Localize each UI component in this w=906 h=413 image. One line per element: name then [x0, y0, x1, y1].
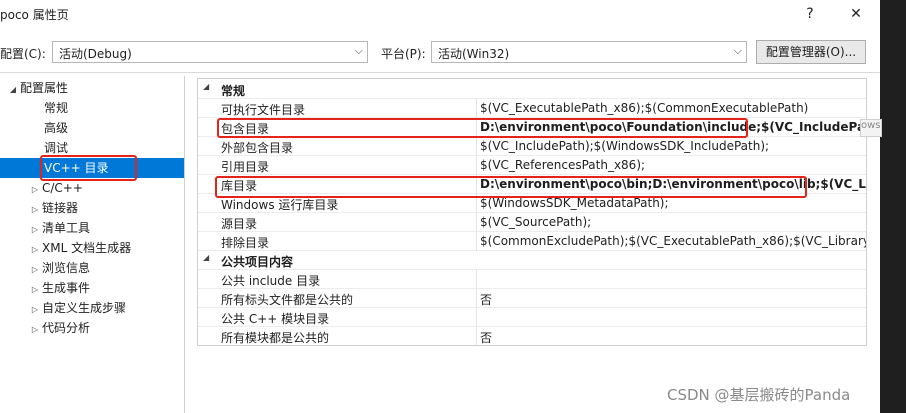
- row-source-dirs[interactable]: 源目录 $(VC_SourcePath);: [198, 213, 866, 232]
- tree-root-label: 配置属性: [20, 81, 69, 95]
- collapsed-triangle-icon[interactable]: ▷: [28, 200, 42, 220]
- row-exclude-dirs[interactable]: 排除目录 $(CommonExcludePath);$(VC_Executable…: [198, 232, 867, 251]
- config-value: 活动(Debug): [59, 47, 132, 61]
- column-divider: [476, 270, 477, 289]
- property-tree: ◢ 配置属性 常规 高级 调试 VC++ 目录 ▷ C/C++ ▷ 链接器 ▷ 清单工具…: [0, 76, 185, 413]
- tree-item-linker[interactable]: ▷ 链接器: [28, 198, 78, 218]
- property-value: $(VC_ReferencesPath_x86);: [480, 158, 646, 172]
- config-label: 配置(C):: [0, 47, 46, 61]
- tree-item-label: 代码分析: [42, 321, 91, 335]
- collapsed-triangle-icon[interactable]: ▷: [28, 280, 42, 300]
- property-name: 排除目录: [221, 236, 270, 250]
- property-value: 否: [480, 331, 493, 345]
- config-bar: 配置(C): 活动(Debug) ⌵ 平台(P): 活动(Win32) ⌵: [0, 38, 880, 66]
- tree-item-custom-build[interactable]: ▷ 自定义生成步骤: [28, 298, 126, 318]
- property-value: 否: [480, 293, 493, 307]
- expanded-triangle-icon[interactable]: ◢: [203, 82, 209, 91]
- tree-item-label: 清单工具: [42, 221, 91, 235]
- tree-item-label: 链接器: [42, 201, 79, 215]
- column-divider: [476, 232, 477, 251]
- platform-label: 平台(P):: [381, 47, 426, 61]
- property-name: Windows 运行库目录: [221, 198, 339, 212]
- close-icon[interactable]: ✕: [846, 4, 866, 24]
- expanded-triangle-icon[interactable]: ◢: [6, 80, 20, 100]
- tree-item-label: 自定义生成步骤: [42, 301, 127, 315]
- chevron-down-icon: ⌵: [354, 44, 363, 57]
- column-divider: [476, 213, 477, 232]
- collapsed-triangle-icon[interactable]: ▷: [28, 260, 42, 280]
- expanded-triangle-icon[interactable]: ◢: [203, 253, 209, 262]
- section-public-project-content[interactable]: ◢ 公共项目内容: [198, 251, 866, 270]
- column-divider: [476, 289, 477, 308]
- property-value: $(VC_SourcePath);: [480, 215, 592, 229]
- row-all-headers-public[interactable]: 所有标头文件都是公共的 否: [198, 289, 866, 308]
- watermark: CSDN @基层搬砖的Panda: [667, 386, 851, 404]
- tree-item-label: 常规: [44, 101, 69, 115]
- tree-root-config-properties[interactable]: ◢ 配置属性: [6, 78, 68, 98]
- divider: [0, 72, 880, 73]
- collapsed-triangle-icon[interactable]: ▷: [28, 180, 42, 200]
- chevron-down-icon: ⌵: [733, 44, 742, 57]
- row-reference-dirs[interactable]: 引用目录 $(VC_ReferencesPath_x86);: [198, 156, 866, 175]
- highlight-box-library-dirs: [215, 176, 807, 198]
- row-all-modules-public[interactable]: 所有模块都是公共的 否: [198, 327, 866, 345]
- highlight-box-include-dirs: [217, 118, 748, 138]
- property-value: $(VC_IncludePath);$(WindowsSDK_IncludePa…: [480, 139, 770, 153]
- property-value: $(VC_ExecutablePath_x86);$(CommonExecuta…: [480, 101, 809, 115]
- tree-item-label: 生成事件: [42, 281, 91, 295]
- tree-item-build-events[interactable]: ▷ 生成事件: [28, 278, 90, 298]
- row-public-include-dirs[interactable]: 公共 include 目录: [198, 270, 866, 289]
- help-icon[interactable]: ?: [800, 4, 820, 24]
- property-name: 引用目录: [221, 160, 270, 174]
- property-name: 公共 include 目录: [221, 274, 321, 288]
- highlight-box-vc-directories: [40, 155, 137, 181]
- collapsed-triangle-icon[interactable]: ▷: [28, 320, 42, 340]
- column-divider: [476, 156, 477, 175]
- tree-item-xml-doc[interactable]: ▷ XML 文档生成器: [28, 238, 131, 258]
- config-manager-button[interactable]: 配置管理器(O)...: [756, 40, 866, 64]
- property-name: 外部包含目录: [221, 141, 294, 155]
- collapsed-triangle-icon[interactable]: ▷: [28, 220, 42, 240]
- tree-item-label: C/C++: [42, 181, 83, 195]
- value-overflow-tooltip: owsSD: [860, 119, 882, 137]
- collapsed-triangle-icon[interactable]: ▷: [28, 300, 42, 320]
- property-name: 可执行文件目录: [221, 103, 306, 117]
- column-divider: [476, 327, 477, 345]
- title-bar: poco 属性页 ? ✕: [0, 0, 880, 30]
- tree-item-general[interactable]: 常规: [44, 98, 68, 118]
- property-name: 所有标头文件都是公共的: [221, 293, 354, 307]
- tree-item-label: 浏览信息: [42, 261, 91, 275]
- tree-item-label: 高级: [44, 121, 69, 135]
- property-name: 源目录: [221, 217, 258, 231]
- row-public-cpp-module-dirs[interactable]: 公共 C++ 模块目录: [198, 308, 866, 327]
- tree-item-manifest-tool[interactable]: ▷ 清单工具: [28, 218, 90, 238]
- background-strip: [880, 0, 906, 413]
- tree-item-code-analysis[interactable]: ▷ 代码分析: [28, 318, 90, 338]
- window-title: poco 属性页: [0, 8, 69, 22]
- property-value: $(WindowsSDK_MetadataPath);: [480, 196, 669, 210]
- platform-dropdown[interactable]: 活动(Win32) ⌵: [431, 41, 747, 63]
- column-divider: [476, 137, 477, 156]
- column-divider: [476, 99, 477, 118]
- config-dropdown[interactable]: 活动(Debug) ⌵: [52, 41, 368, 63]
- collapsed-triangle-icon[interactable]: ▷: [28, 240, 42, 260]
- row-executable-dirs[interactable]: 可执行文件目录 $(VC_ExecutablePath_x86);$(Common…: [198, 99, 866, 118]
- platform-value: 活动(Win32): [438, 47, 510, 61]
- tree-item-cpp[interactable]: ▷ C/C++: [28, 178, 83, 198]
- tree-item-browse-info[interactable]: ▷ 浏览信息: [28, 258, 90, 278]
- tree-item-advanced[interactable]: 高级: [44, 118, 68, 138]
- property-value: $(CommonExcludePath);$(VC_ExecutablePath…: [480, 234, 867, 248]
- property-name: 公共 C++ 模块目录: [221, 312, 330, 326]
- section-title: 常规: [221, 84, 246, 98]
- section-general[interactable]: ◢ 常规: [198, 80, 866, 99]
- tree-item-label: 调试: [44, 141, 69, 155]
- row-external-include-dirs[interactable]: 外部包含目录 $(VC_IncludePath);$(WindowsSDK_Inc…: [198, 137, 866, 156]
- section-title: 公共项目内容: [221, 255, 294, 269]
- column-divider: [476, 308, 477, 327]
- property-name: 所有模块都是公共的: [221, 331, 330, 345]
- tree-item-label: XML 文档生成器: [42, 241, 132, 255]
